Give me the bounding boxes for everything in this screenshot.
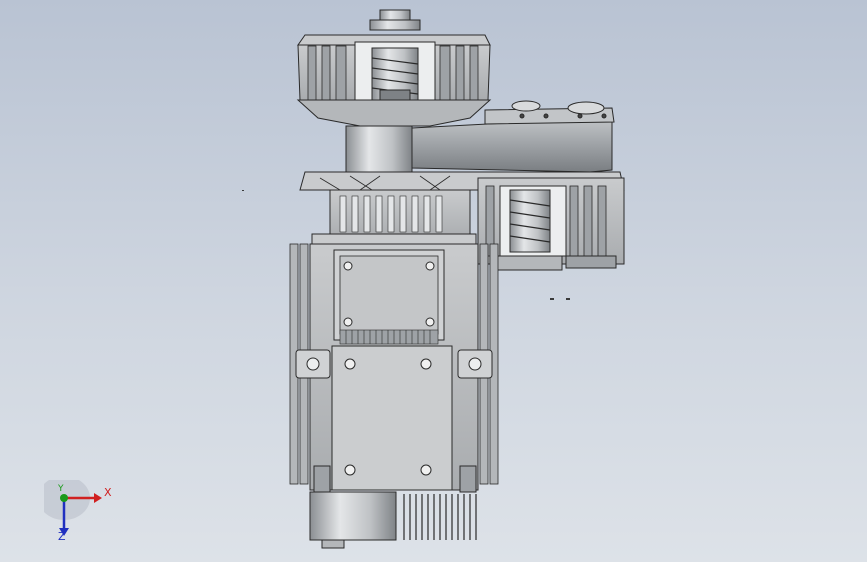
z-axis-label: Z [58,530,66,543]
x-axis-label: X [104,486,112,499]
gear-motor-assembly-model[interactable] [0,0,867,562]
y-axis-dot-icon [60,494,68,502]
coordinate-triad [44,480,102,536]
motor-housing [289,233,499,493]
cad-viewport[interactable]: X Y Z [0,0,867,562]
y-axis-label: Y [58,484,64,494]
motor-endcap [309,491,477,549]
